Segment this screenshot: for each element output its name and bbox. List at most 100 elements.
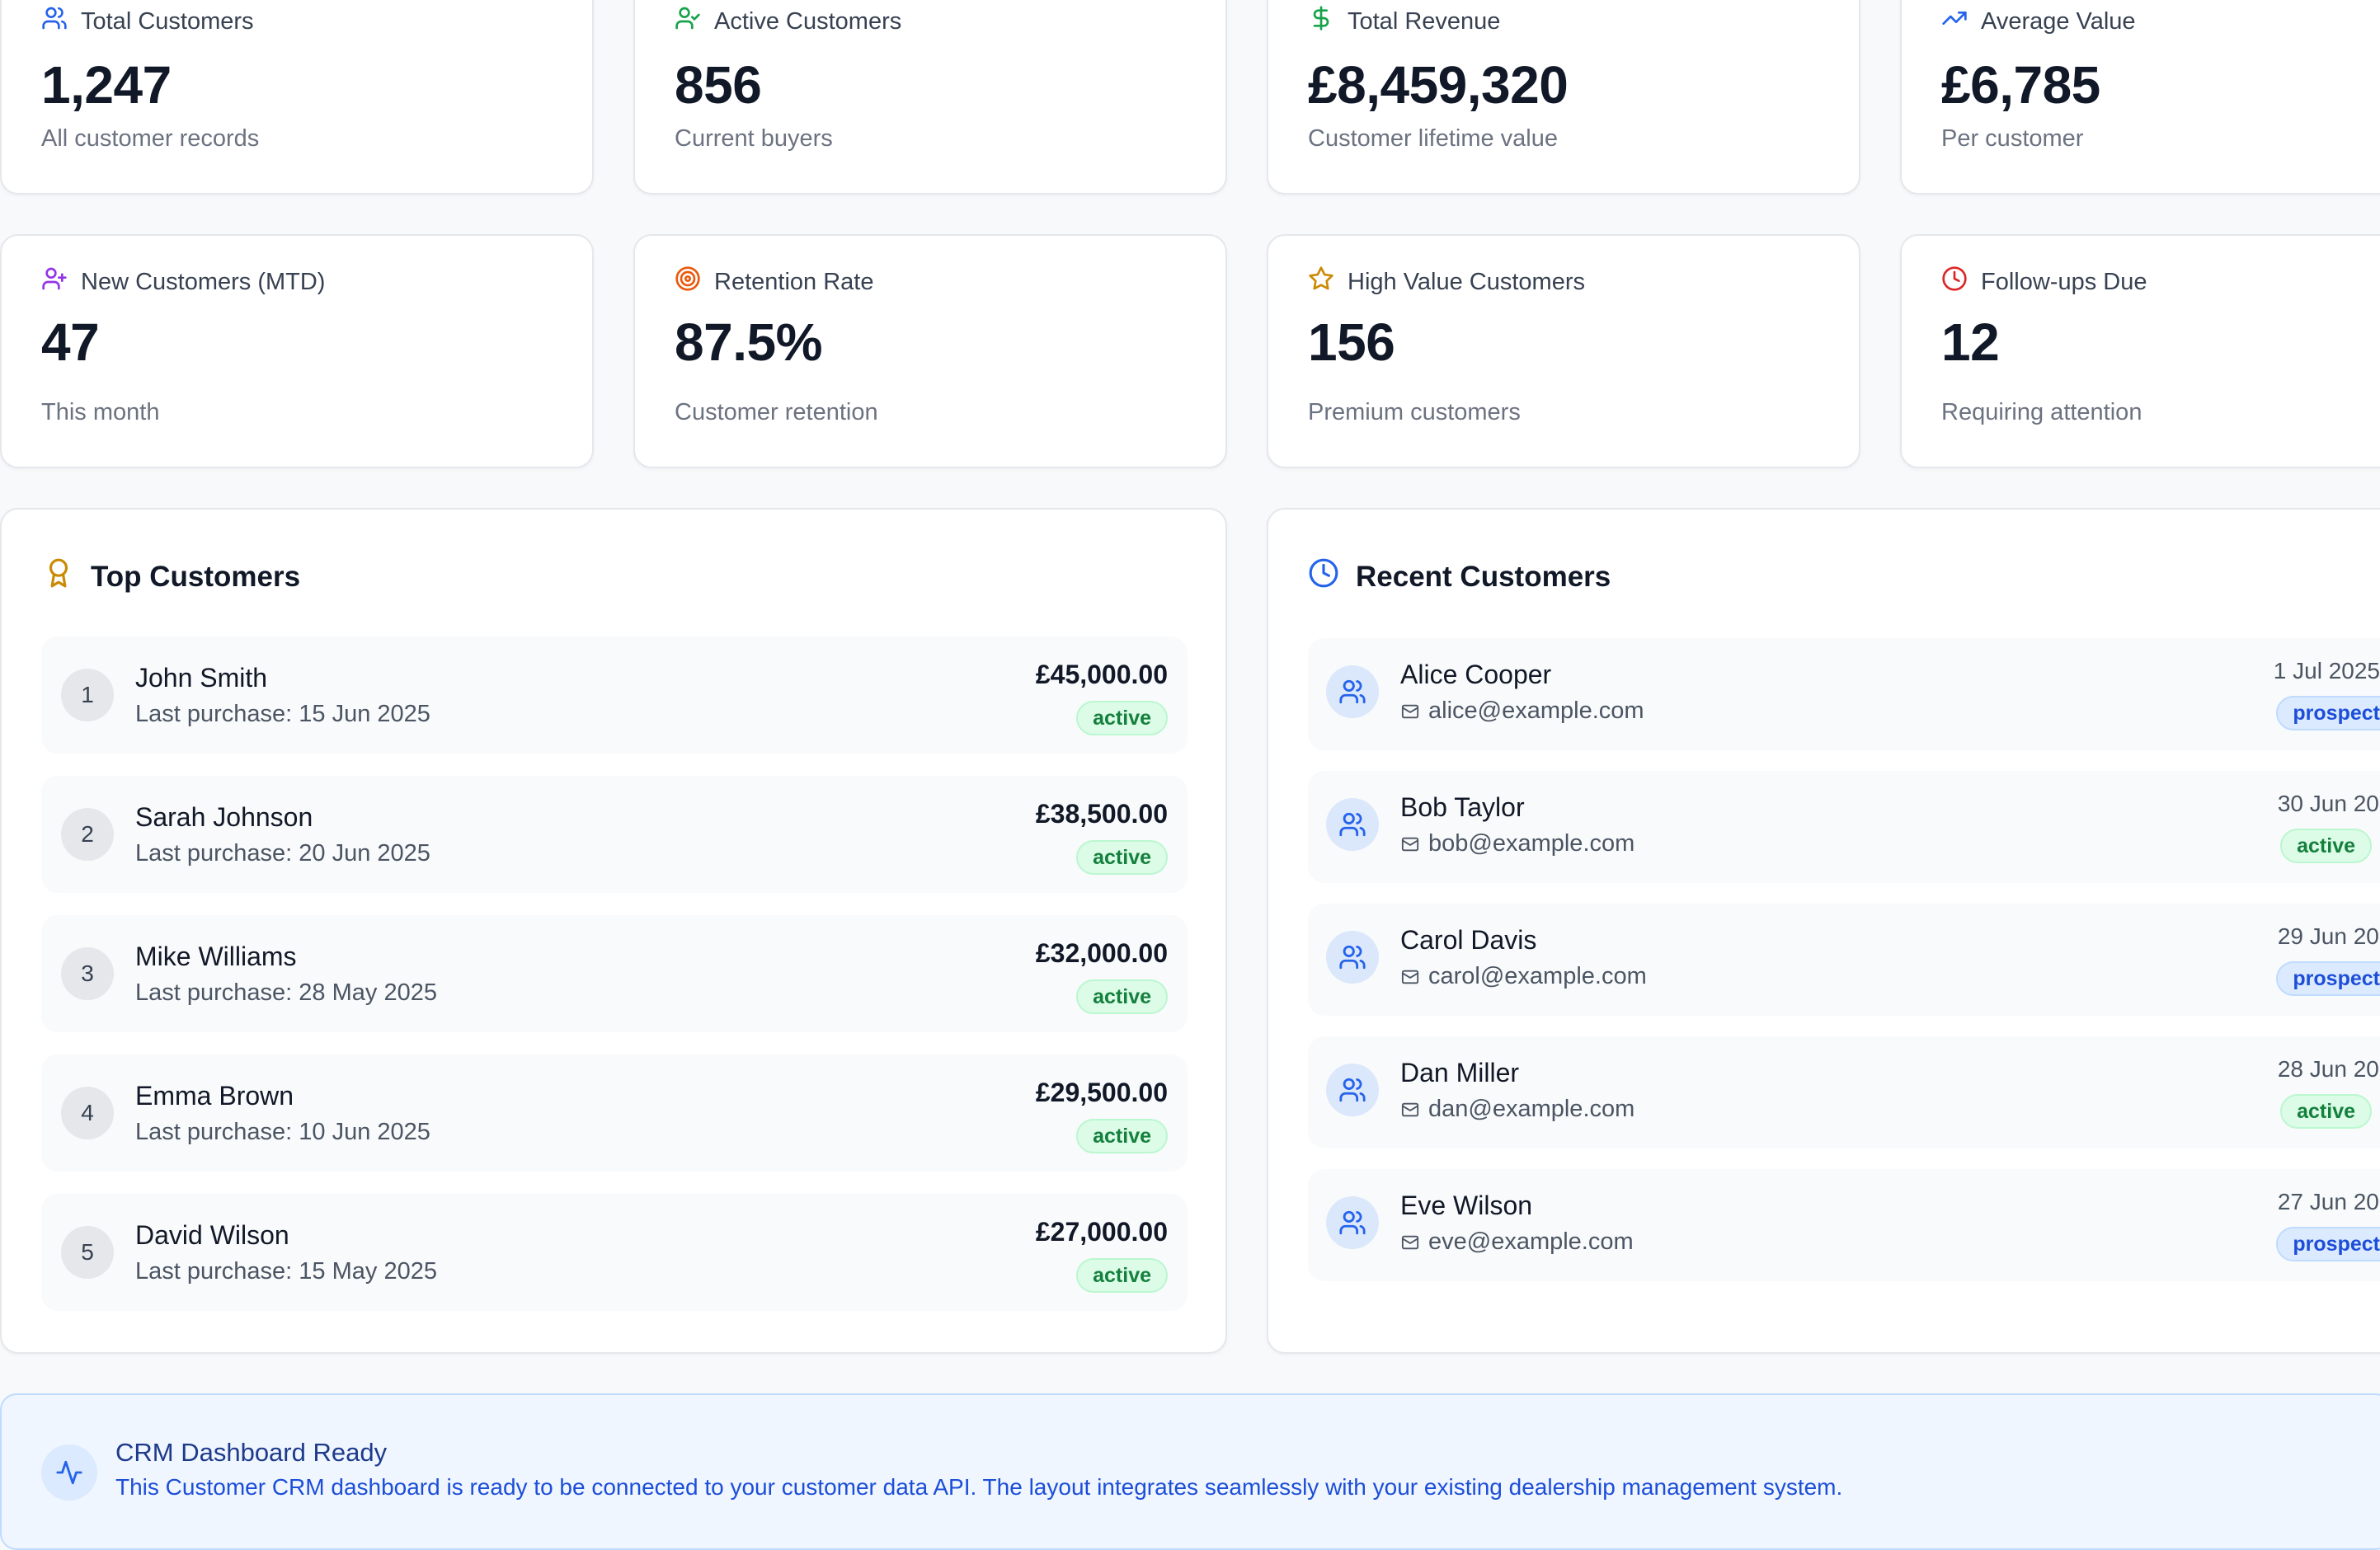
users-icon [41,5,68,38]
stat-value: £8,459,320 [1308,55,1569,115]
stat-value: 1,247 [41,55,172,115]
stat-card-retention-rate: Retention Rate 87.5% Customer retention [633,234,1227,468]
panel-title: Recent Customers [1356,560,1611,593]
top-customer-row[interactable]: 4 Emma Brown Last purchase: 10 Jun 2025 … [41,1054,1188,1172]
recent-customer-row[interactable]: Eve Wilson eve@example.com 27 Jun 2025 p… [1308,1169,2380,1281]
mail-icon [1401,837,1419,851]
customer-amount: £27,000.00 [1035,1217,1168,1247]
stat-subtext: Customer retention [675,399,878,425]
recent-customer-row[interactable]: Carol Davis carol@example.com 29 Jun 202… [1308,904,2380,1016]
stat-value: 156 [1308,312,1395,372]
top-customer-row[interactable]: 3 Mike Williams Last purchase: 28 May 20… [41,915,1188,1032]
stat-card-total-customers: Total Customers 1,247 All customer recor… [0,0,594,195]
customer-date: 28 Jun 2025 [2277,1056,2380,1082]
stat-label: Total Revenue [1348,7,1501,35]
rank-badge: 3 [61,947,114,1000]
status-badge: active [1076,1119,1168,1153]
users-icon [1339,1078,1366,1102]
clock-icon [1308,556,1339,598]
users-icon [1339,1210,1366,1235]
last-purchase: Last purchase: 10 Jun 2025 [135,1119,430,1145]
customer-date: 1 Jul 2025 [2273,658,2380,683]
recent-customer-row[interactable]: Bob Taylor bob@example.com 30 Jun 2025 a… [1308,771,2380,883]
stat-card-new-customers: New Customers (MTD) 47 This month [0,234,594,468]
status-badge: prospect [2276,1227,2380,1261]
rank-badge: 1 [61,669,114,721]
last-purchase: Last purchase: 15 May 2025 [135,1258,437,1285]
avatar [1326,1196,1379,1249]
rank-badge: 4 [61,1087,114,1139]
recent-customers-panel: Recent Customers Alice Cooper alice@exam… [1267,508,2380,1354]
avatar [1326,665,1379,718]
customer-email: eve@example.com [1400,1228,1634,1256]
customer-name: Mike Williams [135,942,297,971]
customer-name: Dan Miller [1400,1058,1520,1087]
users-icon [1339,812,1366,837]
recent-customer-row[interactable]: Dan Miller dan@example.com 28 Jun 2025 a… [1308,1036,2380,1148]
stat-value: 12 [1941,312,2000,372]
stat-value: 856 [675,55,762,115]
stat-label: Total Customers [81,7,254,35]
stat-card-active-customers: Active Customers 856 Current buyers [633,0,1227,195]
customer-name: Eve Wilson [1400,1191,1533,1220]
customer-amount: £32,000.00 [1035,938,1168,968]
status-badge: active [2280,1094,2372,1129]
target-icon [675,265,701,298]
customer-name: Emma Brown [135,1081,294,1111]
status-badge: active [1076,979,1168,1014]
customer-email: carol@example.com [1400,963,1647,990]
customer-name: David Wilson [135,1220,289,1250]
activity-icon [41,1444,97,1501]
stat-card-total-revenue: Total Revenue £8,459,320 Customer lifeti… [1267,0,1860,195]
clock-icon [1941,265,1968,298]
top-customer-row[interactable]: 1 John Smith Last purchase: 15 Jun 2025 … [41,636,1188,754]
stat-label: Average Value [1981,7,2136,35]
stat-value: £6,785 [1941,55,2100,115]
status-badge: active [1076,701,1168,735]
avatar [1326,798,1379,851]
avatar [1326,1064,1379,1116]
customer-date: 27 Jun 2025 [2277,1189,2380,1214]
user-plus-icon [41,265,68,298]
top-customer-row[interactable]: 2 Sarah Johnson Last purchase: 20 Jun 20… [41,776,1188,893]
status-badge: prospect [2276,696,2380,730]
mail-icon [1401,1235,1419,1249]
trending-up-icon [1941,5,1968,38]
customer-email: bob@example.com [1400,830,1634,857]
recent-customer-row[interactable]: Alice Cooper alice@example.com 1 Jul 202… [1308,638,2380,750]
mail-icon [1401,970,1419,984]
stat-card-follow-ups-due: Follow-ups Due 12 Requiring attention [1900,234,2380,468]
customer-name: John Smith [135,663,268,693]
customer-amount: £29,500.00 [1035,1078,1168,1107]
recent-customers-header: Recent Customers [1308,556,1611,598]
customer-amount: £45,000.00 [1035,660,1168,689]
stat-subtext: This month [41,399,160,425]
customer-name: Carol Davis [1400,925,1537,955]
status-badge: active [1076,840,1168,875]
stat-subtext: Customer lifetime value [1308,125,1558,152]
crm-dashboard: Total Customers 1,247 All customer recor… [0,0,2380,1550]
mail-icon [1401,1102,1419,1116]
stat-card-average-value: Average Value £6,785 Per customer [1900,0,2380,195]
status-badge: prospect [2276,961,2380,996]
top-customers-header: Top Customers [43,556,300,598]
stat-label: New Customers (MTD) [81,268,326,295]
stat-value: 47 [41,312,100,372]
customer-name: Bob Taylor [1400,792,1525,822]
customer-email: alice@example.com [1400,698,1644,725]
status-badge: active [1076,1258,1168,1293]
top-customer-row[interactable]: 5 David Wilson Last purchase: 15 May 202… [41,1194,1188,1311]
users-icon [1339,945,1366,970]
stat-subtext: Premium customers [1308,399,1521,425]
dollar-icon [1308,5,1334,38]
top-customers-panel: Top Customers 1 John Smith Last purchase… [0,508,1227,1354]
user-check-icon [675,5,701,38]
banner-text: This Customer CRM dashboard is ready to … [115,1474,1843,1500]
stat-label: High Value Customers [1348,268,1585,295]
customer-name: Sarah Johnson [135,802,313,832]
stat-subtext: Current buyers [675,125,833,152]
status-badge: active [2280,829,2372,863]
customer-email: dan@example.com [1400,1096,1634,1123]
rank-badge: 2 [61,808,114,861]
rank-badge: 5 [61,1226,114,1279]
